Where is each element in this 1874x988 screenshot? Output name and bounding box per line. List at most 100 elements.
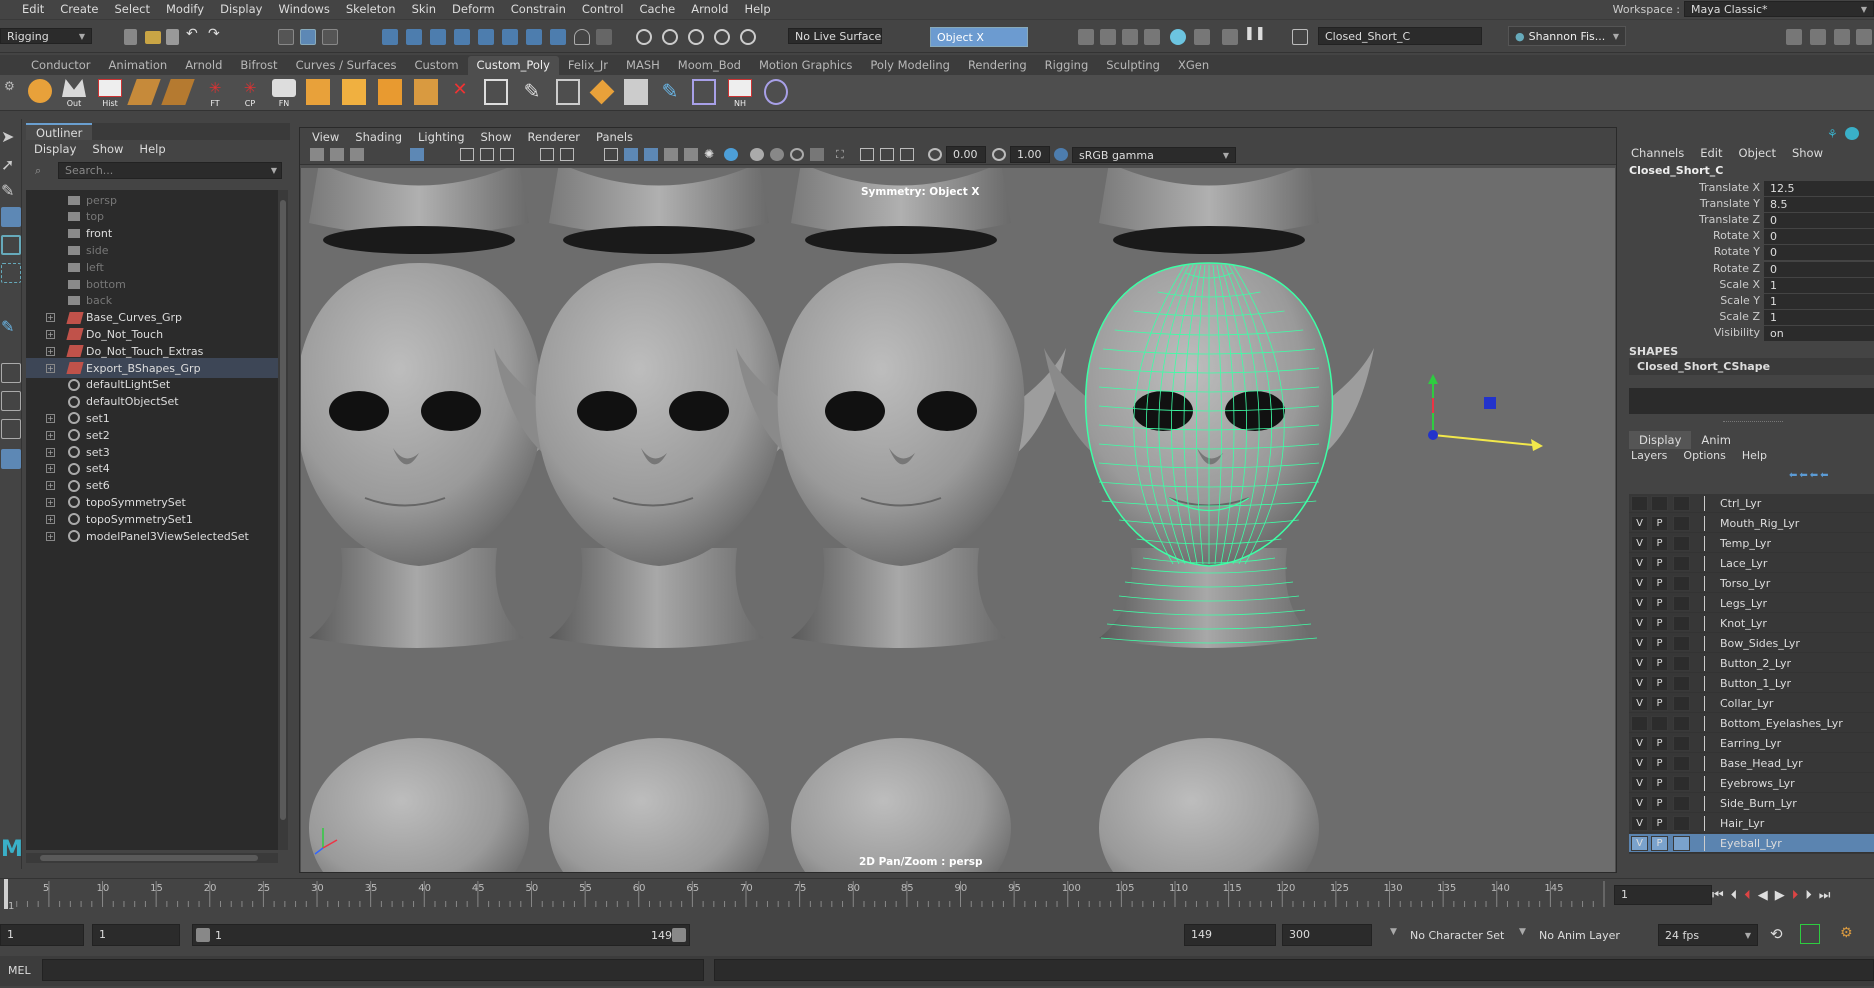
brush-icon[interactable]: ✎ [658,79,682,105]
menu-skin[interactable]: Skin [404,2,444,16]
layout-icon[interactable] [1786,29,1802,45]
layer-row[interactable]: V P Hair_Lyr [1629,814,1874,833]
menu-deform[interactable]: Deform [444,2,503,16]
cube-icon[interactable] [342,79,366,105]
playback-toggle[interactable]: P [1651,536,1668,551]
channel-row[interactable]: Scale Z 1 [1623,309,1874,326]
box-icon[interactable] [624,79,648,105]
playback-toggle[interactable]: P [1651,616,1668,631]
playback-toggle[interactable]: P [1651,516,1668,531]
layer-row[interactable]: V P Button_2_Lyr [1629,654,1874,673]
bookmark-icon[interactable] [350,148,364,161]
shelf-tab-mash[interactable]: MASH [617,56,669,75]
layer-row[interactable]: V P Collar_Lyr [1629,694,1874,713]
outliner-menu-show[interactable]: Show [84,142,131,156]
visibility-toggle[interactable]: V [1631,536,1648,551]
channel-menu-show[interactable]: Show [1784,146,1831,162]
shelf-tab-xgen[interactable]: XGen [1169,56,1218,75]
delete-history-icon[interactable]: ✕ [448,79,472,105]
viewport-menu-view[interactable]: View [304,130,347,144]
gamma-icon[interactable] [992,148,1006,161]
viewport-menu-panels[interactable]: Panels [588,130,641,144]
camera-select-icon[interactable] [310,148,324,161]
channel-value[interactable]: 0 [1764,213,1874,229]
film-gate-icon[interactable] [460,148,474,161]
layer-tab-anim[interactable]: Anim [1691,431,1741,449]
channel-menu-edit[interactable]: Edit [1692,146,1730,162]
current-frame-field[interactable]: 1 [1614,885,1712,905]
animation-end-field[interactable]: 300 [1282,924,1372,946]
visibility-toggle[interactable]: V [1631,616,1648,631]
render-settings-icon[interactable] [1144,29,1160,45]
outliner-hscroll[interactable] [26,853,278,863]
layer-row[interactable]: V P Knot_Lyr [1629,614,1874,633]
select-hierarchy-icon[interactable] [278,29,294,45]
channel-row[interactable]: Scale Y 1 [1623,293,1874,310]
layer-menu-layers[interactable]: Layers [1623,449,1675,465]
checker-uv-icon[interactable] [161,79,195,105]
character-set-dropdown[interactable]: No Character Set [1404,925,1520,945]
layer-row[interactable]: V P Eyebrows_Lyr [1629,774,1874,793]
visibility-toggle[interactable]: V [1631,836,1648,851]
expand-icon[interactable]: + [46,497,55,507]
go-to-start-icon[interactable]: ⏮ [1712,888,1724,903]
cp-button[interactable]: ✳ CP [238,79,262,108]
channel-row[interactable]: Translate Z 0 [1623,213,1874,229]
channel-row[interactable]: Scale X 1 [1623,277,1874,294]
input-connections-icon[interactable] [662,29,678,45]
auto-key-icon[interactable] [1800,924,1820,944]
redo-icon[interactable]: ↷ [208,26,224,42]
outliner-menu-help[interactable]: Help [131,142,173,156]
move-pivot-icon[interactable] [556,79,580,105]
resolution-gate-icon[interactable] [480,148,494,161]
command-input[interactable] [42,959,704,981]
channel-value[interactable]: 1 [1764,293,1874,309]
shelf-tab-rigging[interactable]: Rigging [1036,56,1098,75]
shelf-tab-poly-modeling[interactable]: Poly Modeling [861,56,959,75]
visibility-toggle[interactable]: V [1631,816,1648,831]
grid-toggle-icon[interactable] [410,148,424,161]
expand-icon[interactable]: + [46,313,55,323]
grid-icon[interactable] [484,79,508,105]
current-time-marker[interactable] [4,879,8,909]
layer-row[interactable]: V P Side_Burn_Lyr [1629,794,1874,813]
checker-icon[interactable] [684,148,698,161]
hist-button[interactable]: Hist [98,79,122,108]
select-tool-icon[interactable]: ➤ [1,127,21,147]
shelf-gear-icon[interactable]: ⚙ [4,79,15,105]
playback-toggle[interactable]: P [1651,636,1668,651]
bridge-icon[interactable] [378,79,402,105]
visibility-toggle[interactable]: V [1631,516,1648,531]
xray-joints-icon[interactable] [880,148,894,161]
color-swatch[interactable] [1673,716,1690,731]
expand-icon[interactable]: + [46,346,55,356]
outliner-item[interactable]: + modelPanel3ViewSelectedSet [26,526,278,546]
play-backward-icon[interactable]: ◀ [1758,888,1768,903]
fn-button[interactable]: FN [272,79,296,108]
channel-box-toggle-icon[interactable] [1810,29,1826,45]
preferences-icon[interactable]: ⚙ [1840,925,1853,941]
menuset-dropdown[interactable]: Rigging ▼ [0,28,92,44]
play-forward-icon[interactable]: ▶ [1775,888,1785,903]
select-object-icon[interactable] [300,29,316,45]
range-end-handle[interactable] [672,928,686,942]
smooth-shade-icon[interactable] [624,148,638,161]
color-swatch[interactable] [1673,556,1690,571]
select-component-icon[interactable] [322,29,338,45]
output-connections-icon[interactable] [688,29,704,45]
diamond-icon[interactable] [589,79,615,105]
playback-toggle[interactable]: P [1651,676,1668,691]
visibility-toggle[interactable]: V [1631,796,1648,811]
channel-row[interactable]: Visibility on [1623,325,1874,342]
gamma-field[interactable]: 1.00 [1010,146,1050,163]
playback-toggle[interactable] [1651,496,1668,511]
color-swatch[interactable] [1673,676,1690,691]
layer-buttons[interactable]: ⬅⬅⬅⬅ [1789,470,1859,484]
magnet-icon[interactable] [714,29,730,45]
attribute-editor-icon[interactable] [1845,127,1859,140]
shelf-tab-rendering[interactable]: Rendering [959,56,1036,75]
splitter-handle[interactable] [1723,421,1783,424]
outliner-tab[interactable]: Outliner [26,123,93,140]
arnold-render-icon[interactable] [1194,29,1210,45]
playback-toggle[interactable]: P [1651,796,1668,811]
